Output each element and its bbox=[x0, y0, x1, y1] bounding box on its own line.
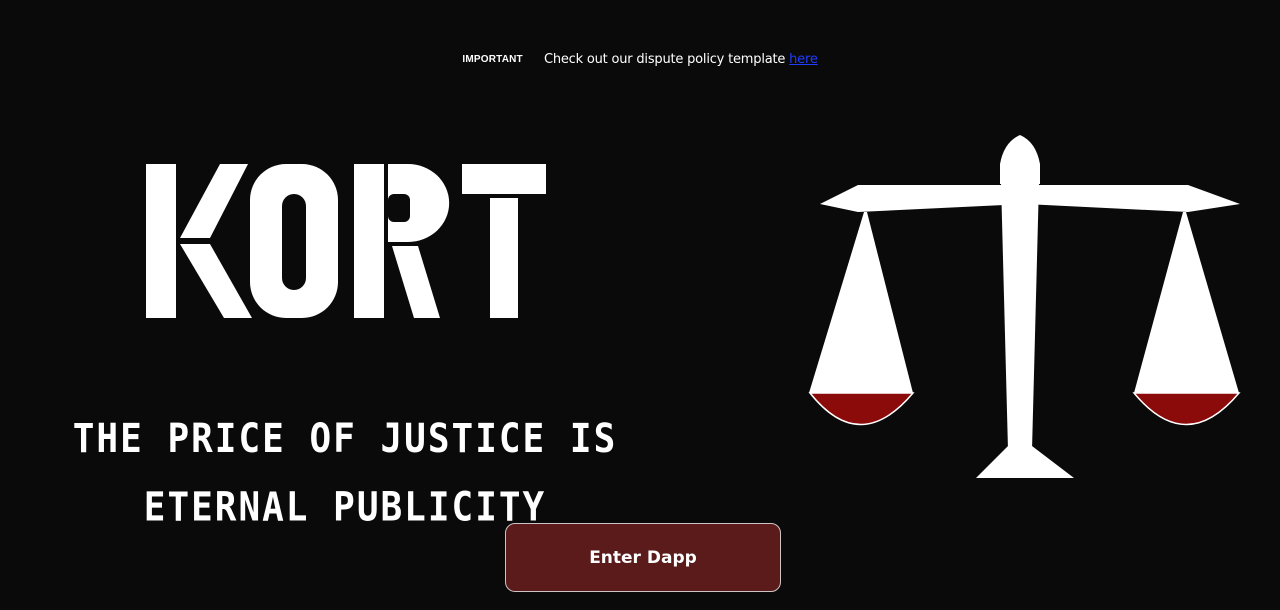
dispute-policy-link[interactable]: here bbox=[789, 52, 818, 67]
enter-dapp-button[interactable]: Enter Dapp bbox=[505, 523, 781, 592]
hero-tagline: THE PRICE OF JUSTICE IS ETERNAL PUBLICIT… bbox=[72, 416, 618, 531]
scales-of-justice-icon bbox=[808, 135, 1241, 478]
announcement-bar: IMPORTANT Check out our dispute policy t… bbox=[0, 49, 1280, 69]
important-badge: IMPORTANT bbox=[462, 54, 523, 65]
announcement-message: Check out our dispute policy template he… bbox=[544, 52, 818, 67]
announcement-text: Check out our dispute policy template bbox=[543, 52, 790, 67]
brand-logo bbox=[146, 164, 546, 318]
